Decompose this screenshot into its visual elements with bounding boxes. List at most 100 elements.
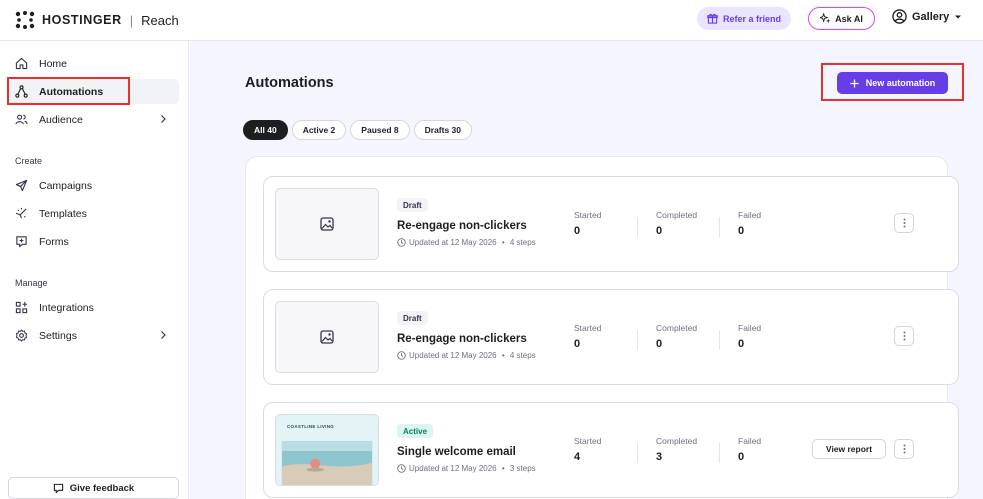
stat-label: Completed xyxy=(656,323,698,333)
stat-value: 0 xyxy=(738,451,745,463)
give-feedback-label: Give feedback xyxy=(69,482,135,494)
status-badge: Draft xyxy=(397,311,428,325)
sidebar: Home Automations Audience Create Campaig… xyxy=(0,41,189,499)
sidebar-item-settings[interactable]: Settings xyxy=(7,323,179,348)
stat-label: Started xyxy=(574,210,602,220)
stat-label: Completed xyxy=(656,436,698,446)
automation-thumbnail xyxy=(275,301,379,373)
sidebar-item-label: Integrations xyxy=(39,301,94,314)
stat-divider xyxy=(719,330,720,350)
refer-label: Refer a friend xyxy=(723,13,782,24)
filter-chip-all[interactable]: All 40 xyxy=(243,120,288,140)
filter-chip-active[interactable]: Active 2 xyxy=(291,120,347,140)
brand-separator: | xyxy=(129,12,134,28)
filter-chip-paused[interactable]: Paused 8 xyxy=(350,120,410,140)
stat-label: Failed xyxy=(738,323,762,333)
ask-ai-button[interactable]: Ask AI xyxy=(808,7,875,30)
more-options-button[interactable] xyxy=(894,213,914,233)
stat-value: 4 xyxy=(574,451,581,463)
brand-logo[interactable]: HOSTINGER | Reach xyxy=(15,11,179,29)
send-icon xyxy=(15,179,28,192)
clock-icon xyxy=(397,464,406,473)
stat-label: Failed xyxy=(738,436,762,446)
updated-text: Updated at 12 May 2026 xyxy=(409,238,497,247)
hostinger-logo-icon xyxy=(15,11,35,29)
image-placeholder-icon xyxy=(320,330,334,344)
stat-value: 0 xyxy=(574,338,581,350)
account-name: Gallery xyxy=(912,10,950,23)
stat-divider xyxy=(637,217,638,237)
automation-meta: Updated at 12 May 2026 • 3 steps xyxy=(397,464,536,473)
sidebar-item-forms[interactable]: Forms xyxy=(7,229,179,254)
sidebar-item-label: Templates xyxy=(39,207,87,220)
sidebar-item-label: Home xyxy=(39,57,68,70)
updated-text: Updated at 12 May 2026 xyxy=(409,464,497,473)
stat-divider xyxy=(719,217,720,237)
sidebar-item-campaigns[interactable]: Campaigns xyxy=(7,173,179,198)
product-name: Reach xyxy=(141,12,179,28)
stat-completed: Completed 0 xyxy=(656,323,697,350)
steps-text: 3 steps xyxy=(509,464,536,473)
refer-a-friend-button[interactable]: Refer a friend xyxy=(697,7,792,30)
home-icon xyxy=(15,57,28,70)
sidebar-item-audience[interactable]: Audience xyxy=(7,107,179,132)
sidebar-item-integrations[interactable]: Integrations xyxy=(7,295,179,320)
meta-dot: • xyxy=(499,464,507,473)
stat-started: Started 0 xyxy=(574,323,601,350)
stat-failed: Failed 0 xyxy=(738,436,761,463)
stat-label: Failed xyxy=(738,210,762,220)
steps-text: 4 steps xyxy=(509,351,536,360)
more-options-button[interactable] xyxy=(894,326,914,346)
gear-icon xyxy=(15,329,28,342)
automation-title[interactable]: Re-engage non-clickers xyxy=(397,333,527,345)
more-vertical-icon xyxy=(903,218,905,228)
meta-dot: • xyxy=(499,238,507,247)
sidebar-item-label: Forms xyxy=(39,235,69,248)
main-content: Automations New automation All 40 Active… xyxy=(190,41,983,499)
automation-card[interactable]: Draft Re-engage non-clickers Updated at … xyxy=(263,289,959,385)
automation-title[interactable]: Re-engage non-clickers xyxy=(397,220,527,232)
user-circle-icon xyxy=(892,9,907,24)
caret-down-icon xyxy=(955,15,962,18)
stat-completed: Completed 0 xyxy=(656,210,697,237)
stat-value: 0 xyxy=(574,225,581,237)
brand-name: HOSTINGER xyxy=(42,13,122,27)
integrations-icon xyxy=(15,301,28,314)
chevron-right-icon xyxy=(161,115,166,123)
section-label-manage: Manage xyxy=(15,278,48,288)
ask-ai-label: Ask AI xyxy=(835,13,863,24)
automation-title[interactable]: Single welcome email xyxy=(397,446,516,458)
stat-value: 0 xyxy=(738,338,745,350)
automation-card[interactable]: Draft Re-engage non-clickers Updated at … xyxy=(263,176,959,272)
automation-meta: Updated at 12 May 2026 • 4 steps xyxy=(397,351,536,360)
sidebar-item-label: Campaigns xyxy=(39,179,93,192)
account-menu[interactable]: Gallery xyxy=(892,9,962,24)
stat-label: Completed xyxy=(656,210,698,220)
forms-icon xyxy=(16,236,27,248)
view-report-button[interactable]: View report xyxy=(812,439,886,459)
clock-icon xyxy=(397,238,406,247)
sidebar-item-templates[interactable]: Templates xyxy=(7,201,179,226)
chat-bubble-icon xyxy=(53,483,63,493)
automation-thumbnail: COASTLINE LIVING xyxy=(275,414,379,486)
gift-icon xyxy=(707,13,718,24)
page-title: Automations xyxy=(245,75,334,91)
more-options-button[interactable] xyxy=(894,439,914,459)
give-feedback-button[interactable]: Give feedback xyxy=(8,477,179,499)
stat-started: Started 4 xyxy=(574,436,601,463)
sidebar-item-home[interactable]: Home xyxy=(7,51,179,76)
sidebar-item-label: Audience xyxy=(39,113,83,126)
stat-started: Started 0 xyxy=(574,210,601,237)
status-badge: Active xyxy=(397,424,434,438)
automation-card[interactable]: COASTLINE LIVING Active Single welcome e… xyxy=(263,402,959,498)
stat-label: Started xyxy=(574,323,602,333)
image-placeholder-icon xyxy=(320,217,334,231)
top-bar: HOSTINGER | Reach Refer a friend Ask AI … xyxy=(0,0,983,41)
status-badge: Draft xyxy=(397,198,428,212)
stat-divider xyxy=(637,330,638,350)
steps-text: 4 steps xyxy=(509,238,536,247)
filter-chip-drafts[interactable]: Drafts 30 xyxy=(413,120,473,140)
annotation-highlight-automations xyxy=(7,77,130,105)
templates-icon xyxy=(15,207,27,219)
chevron-right-icon xyxy=(161,331,166,339)
